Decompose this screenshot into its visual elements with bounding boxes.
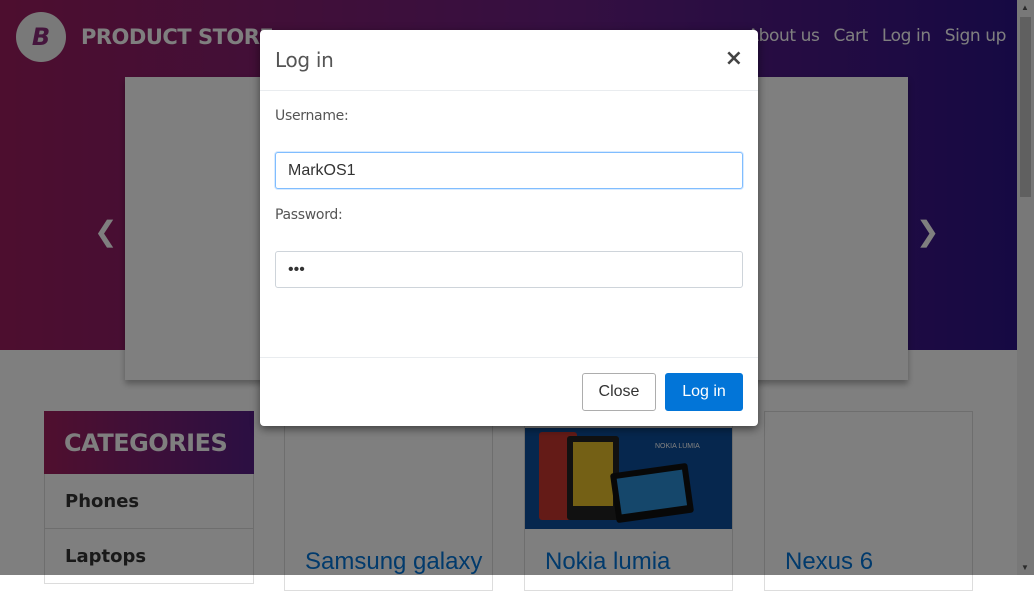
password-label: Password: [275,207,343,223]
modal-header: Log in × [260,30,758,91]
password-field[interactable] [275,251,743,288]
login-button[interactable]: Log in [665,373,743,411]
modal-title: Log in [275,48,334,72]
modal-footer-divider [260,357,758,358]
login-modal: Log in × Username: Password: Close Log i… [260,30,758,426]
username-label: Username: [275,108,349,124]
close-button[interactable]: Close [582,373,656,411]
username-field[interactable] [275,152,743,189]
close-icon[interactable]: × [725,46,743,71]
